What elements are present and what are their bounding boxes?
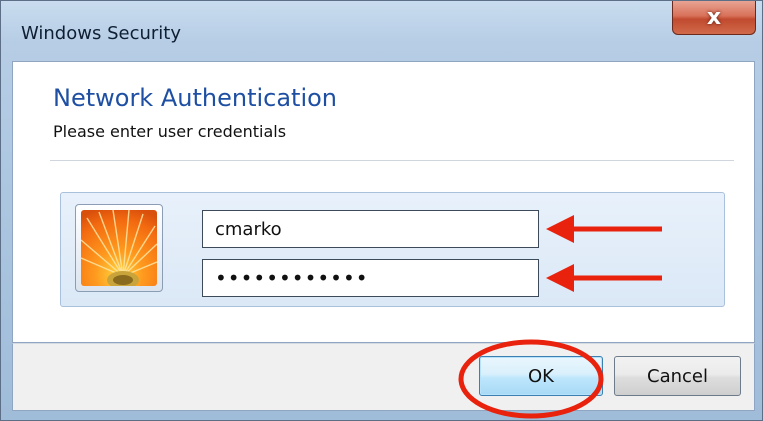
dialog-subheading: Please enter user credentials: [53, 122, 287, 141]
password-field[interactable]: [202, 259, 539, 297]
dialog-heading: Network Authentication: [53, 84, 338, 112]
dialog-content: Network Authentication Please enter user…: [12, 61, 755, 343]
divider: [50, 160, 734, 161]
close-icon: x: [706, 4, 722, 30]
annotation-arrow-password: [546, 264, 662, 292]
avatar: [75, 204, 163, 292]
cancel-button[interactable]: Cancel: [614, 356, 741, 396]
annotation-arrow-username: [546, 215, 662, 243]
title-bar[interactable]: Windows Security x: [1, 1, 762, 61]
button-bar: OK Cancel: [12, 343, 755, 411]
windows-security-dialog: Windows Security x Network Authenticatio…: [0, 0, 763, 421]
username-field[interactable]: [202, 210, 539, 248]
flower-user-icon: [81, 210, 157, 286]
window-title: Windows Security: [21, 23, 181, 44]
close-button[interactable]: x: [672, 1, 756, 35]
credential-tile[interactable]: [60, 192, 725, 307]
annotation-circle-ok: [458, 339, 604, 419]
